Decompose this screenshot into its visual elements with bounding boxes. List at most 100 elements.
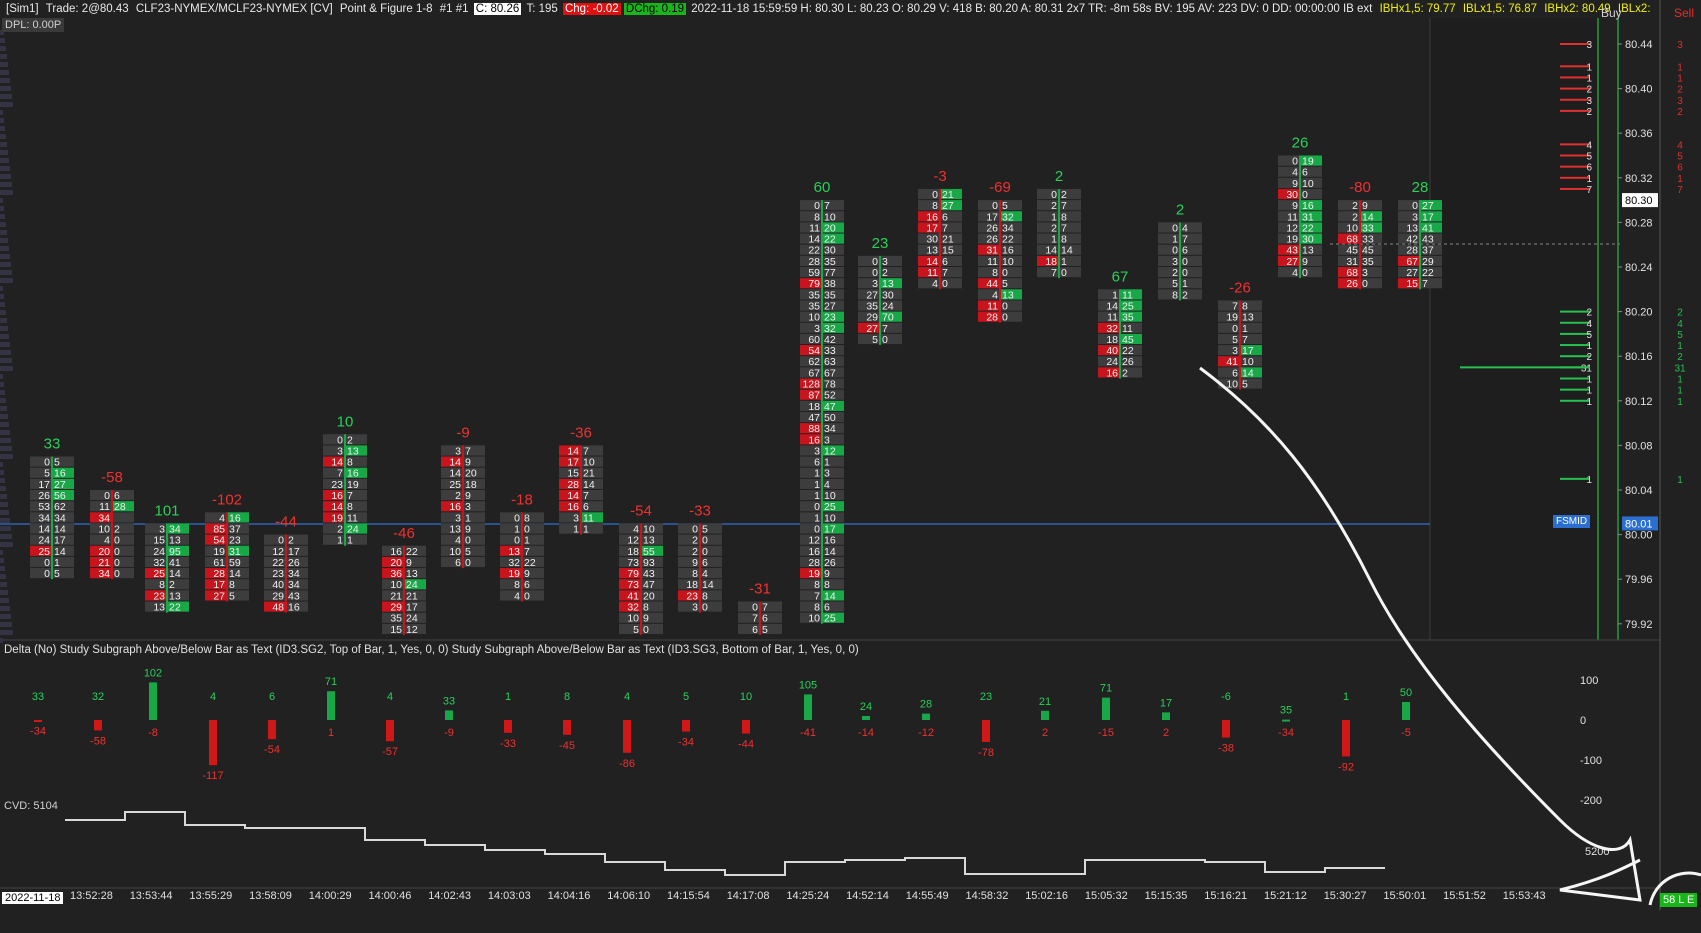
ask-volume: 7 xyxy=(1422,278,1428,290)
ask-volume: 1 xyxy=(347,535,353,547)
dom-size: 2 xyxy=(1586,308,1592,319)
profile-bar xyxy=(0,598,9,603)
bid-volume: 27 xyxy=(213,590,225,602)
profile-bar xyxy=(0,342,10,347)
delta-bottom-label: -45 xyxy=(559,740,575,752)
profile-bar xyxy=(0,374,3,379)
sell-column-header[interactable]: Sell xyxy=(1674,6,1694,20)
price-tick: 80.08 xyxy=(1625,440,1653,452)
footprint-bar[interactable]: 260 194 69 1030 09 1611 3112 2219 3043 1327 94 0 xyxy=(1278,135,1322,280)
time-tick: 14:58:32 xyxy=(965,890,1009,902)
footprint-bar[interactable]: 600 78 1011 2014 2222 3028 3559 7779 3835 3535 271… xyxy=(800,179,844,625)
profile-bar xyxy=(0,606,10,611)
profile-bar xyxy=(0,550,3,555)
profile-bar xyxy=(0,94,12,99)
delta-bottom-label: -15 xyxy=(1098,727,1114,739)
dom-size: 1 xyxy=(1586,375,1592,386)
delta-bar xyxy=(34,720,42,722)
profile-bar xyxy=(0,486,6,491)
time-tick: 15:05:32 xyxy=(1084,890,1128,902)
delta-top-label: 4 xyxy=(210,691,216,703)
dom-size: 2 xyxy=(1586,352,1592,363)
dom-size-right: 1 xyxy=(1677,341,1683,352)
delta-bar xyxy=(386,720,394,742)
ask-volume: 28 xyxy=(114,501,126,513)
bid-volume: 7 xyxy=(1051,267,1057,279)
profile-bar xyxy=(0,358,12,363)
time-tick: 13:53:44 xyxy=(129,890,173,902)
delta-bar xyxy=(682,720,690,732)
profile-bar xyxy=(0,246,9,251)
study-axis-tick: 100 xyxy=(1580,675,1598,687)
ask-volume: 5 xyxy=(229,590,235,602)
bar-delta-label: 2 xyxy=(1055,168,1063,185)
profile-bar xyxy=(0,502,8,507)
profile-bar xyxy=(0,446,12,451)
bid-volume: 6 xyxy=(752,624,758,636)
delta-bottom-label: 2 xyxy=(1042,727,1048,739)
delta-bar xyxy=(862,716,870,720)
ib-low-1: IBLx1,5: 76.87 xyxy=(1462,3,1538,15)
status-badge: 58 L E xyxy=(1660,893,1698,907)
delta-top-label: 21 xyxy=(1039,696,1051,708)
dom-size-right: 5 xyxy=(1677,330,1683,341)
ask-volume: 25 xyxy=(824,613,836,625)
price-tick: 80.36 xyxy=(1625,128,1653,140)
dom-size: 5 xyxy=(1586,152,1592,163)
dpl-label: DPL: 0.00P xyxy=(2,18,65,32)
time-axis[interactable]: 13:52:28 13:53:44 13:55:29 13:58:09 14:00:29… xyxy=(0,890,1560,910)
profile-bar xyxy=(0,174,11,179)
bid-volume: 10 xyxy=(808,613,820,625)
delta-bottom-label: 2 xyxy=(1163,727,1169,739)
footprint-bar[interactable]: 330 55 1617 2726 5653 6234 3414 1424 1725 140 10 5 xyxy=(30,436,74,581)
delta-top-label: 24 xyxy=(860,701,872,713)
profile-bar xyxy=(0,166,10,171)
profile-bar xyxy=(0,158,9,163)
time-tick: 14:04:16 xyxy=(547,890,591,902)
bar-delta-label: 23 xyxy=(872,235,889,252)
bid-volume: 28 xyxy=(986,312,998,324)
delta-top-label: 6 xyxy=(269,691,275,703)
delta-top-label: 10 xyxy=(740,691,752,703)
chart-canvas[interactable]: 330 55 1617 2726 5653 6234 3414 1424 1725 140 10 5 -… xyxy=(0,0,1701,933)
buy-column-header[interactable]: Buy xyxy=(1601,6,1622,20)
delta-bar xyxy=(445,710,453,720)
delta-study: 1000-100-20033-3432-58102-84-1176-547114… xyxy=(30,667,1602,807)
delta-bottom-label: -33 xyxy=(500,738,516,750)
change-badge: Chg: -0.02 xyxy=(562,3,621,15)
profile-bar xyxy=(0,366,13,371)
sim-account: [Sim1] xyxy=(6,3,39,15)
bid-volume: 5 xyxy=(872,334,878,346)
bid-volume: 1 xyxy=(573,523,579,535)
delta-top-label: 4 xyxy=(387,691,393,703)
dom-size: 3 xyxy=(1586,96,1592,107)
price-tick: 80.32 xyxy=(1625,173,1653,185)
profile-bar xyxy=(0,622,12,627)
delta-bar xyxy=(1402,702,1410,720)
time-tick: 14:52:14 xyxy=(846,890,889,902)
profile-bar xyxy=(0,382,4,387)
profile-bar xyxy=(0,62,8,67)
profile-bar xyxy=(0,438,11,443)
bid-volume: 4 xyxy=(514,590,520,602)
footprint-bar[interactable]: -93 714 914 2025 182 916 33 113 94 010 56 0 xyxy=(441,424,485,569)
profile-bar xyxy=(0,574,6,579)
symbol: CLF23-NYMEX/MCLF23-NYMEX [CV] xyxy=(135,3,333,15)
bar-delta-label: -36 xyxy=(570,424,592,441)
bar-delta-label: 10 xyxy=(337,413,354,430)
ask-volume: 2 xyxy=(1182,289,1188,301)
profile-bar xyxy=(0,214,5,219)
dom-size-right: 1 xyxy=(1677,174,1683,185)
current-price-label: 80.30 xyxy=(1625,195,1653,207)
ask-volume: 0 xyxy=(1002,312,1008,324)
profile-bar xyxy=(0,630,13,635)
delta-top-label: 102 xyxy=(144,667,162,679)
dom-size: 1 xyxy=(1586,174,1592,185)
bar-delta-label: -46 xyxy=(393,525,415,542)
study-title: Delta (No) Study Subgraph Above/Below Ba… xyxy=(4,644,859,656)
bar-delta-label: 33 xyxy=(44,436,61,453)
bar-delta-label: -54 xyxy=(630,502,652,519)
profile-bar xyxy=(0,198,3,203)
footprint-bar[interactable]: -690 517 3226 3426 2231 1611 108 044 54 1311 028 0 xyxy=(978,179,1022,324)
profile-bar xyxy=(0,102,13,107)
